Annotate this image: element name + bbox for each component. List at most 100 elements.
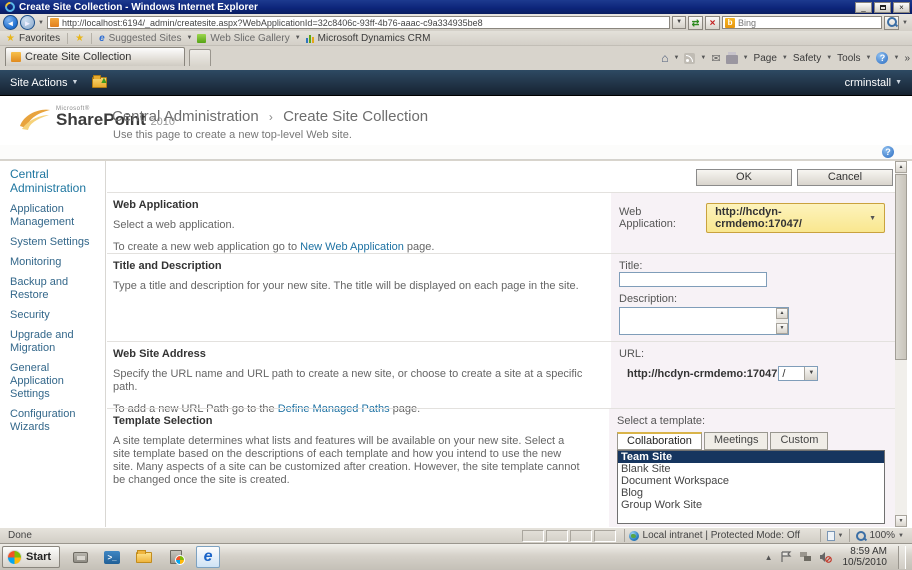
compatibility-pane[interactable]: ▼ xyxy=(819,529,850,542)
ok-button[interactable]: OK xyxy=(696,169,792,186)
new-web-application-link[interactable]: New Web Application xyxy=(300,241,404,253)
close-button[interactable]: × xyxy=(893,1,910,13)
sidebar-item-backup-and-restore[interactable]: Backup and Restore xyxy=(10,276,101,302)
internet-explorer-icon: e xyxy=(203,548,213,565)
title-input[interactable] xyxy=(619,272,767,287)
suggested-sites-dropdown-icon[interactable]: ▼ xyxy=(185,35,193,41)
safety-dropdown-icon[interactable]: ▼ xyxy=(826,55,832,61)
title-description-desc: Type a title and description for your ne… xyxy=(113,280,579,292)
taskbar-clock[interactable]: 8:59 AM 10/5/2010 xyxy=(839,546,888,568)
tools-dropdown-icon[interactable]: ▼ xyxy=(866,55,872,61)
safety-menu[interactable]: Safety xyxy=(793,53,821,64)
stop-button[interactable]: × xyxy=(705,15,721,30)
network-icon[interactable] xyxy=(799,551,812,563)
help-dropdown-icon[interactable]: ▼ xyxy=(893,55,899,61)
address-dropdown-button[interactable]: ▼ xyxy=(672,16,687,29)
read-mail-icon[interactable]: ✉ xyxy=(711,52,720,65)
scrollbar-thumb[interactable] xyxy=(895,174,907,360)
sidebar-item-general-application-settings[interactable]: General Application Settings xyxy=(10,362,101,401)
refresh-button[interactable]: ⇄ xyxy=(688,15,704,30)
rss-feed-icon[interactable] xyxy=(684,52,696,64)
command-bar: ⌂ ▼ ▼ ✉ ▼ Page ▼ Safety ▼ Tools ▼ ? ▼ » xyxy=(661,49,910,67)
page-help-icon[interactable]: ? xyxy=(882,146,894,158)
forward-button[interactable]: ► xyxy=(20,15,35,30)
dynamics-crm-link[interactable]: Microsoft Dynamics CRM xyxy=(318,33,431,44)
address-field[interactable] xyxy=(46,16,671,29)
zoom-control[interactable]: 100% ▼ xyxy=(849,529,912,542)
breadcrumb-central-administration[interactable]: Central Administration xyxy=(112,108,259,125)
add-favorite-icon[interactable]: ★ xyxy=(75,33,84,44)
web-slice-icon xyxy=(197,33,207,43)
status-pane xyxy=(545,529,568,542)
tab-custom[interactable]: Custom xyxy=(770,432,829,450)
computer-icon xyxy=(72,551,88,563)
minimize-button[interactable]: _ xyxy=(855,1,872,13)
navigate-up-icon[interactable]: ▲ xyxy=(92,75,108,88)
tools-menu[interactable]: Tools xyxy=(837,53,860,64)
show-desktop-button[interactable] xyxy=(898,545,906,569)
sidebar-item-central-administration[interactable]: Central Administration xyxy=(10,167,101,195)
template-option-group-work-site[interactable]: Group Work Site xyxy=(618,499,884,511)
template-option-blog[interactable]: Blog xyxy=(618,487,884,499)
sidebar-item-application-management[interactable]: Application Management xyxy=(10,203,101,229)
favorites-button[interactable]: Favorites xyxy=(19,33,60,44)
taskbar-internet-explorer-button[interactable]: e xyxy=(196,546,221,568)
scroll-down-icon[interactable]: ▼ xyxy=(776,323,788,334)
back-button[interactable]: ◄ xyxy=(3,15,18,30)
web-application-dropdown[interactable]: http://hcdyn-crmdemo:17047/ ▼ xyxy=(706,203,885,233)
action-center-flag-icon[interactable] xyxy=(780,551,792,563)
scrollbar-down-icon[interactable]: ▼ xyxy=(895,515,907,527)
scroll-up-icon[interactable]: ▲ xyxy=(776,308,788,319)
template-option-blank-site[interactable]: Blank Site xyxy=(618,463,884,475)
start-button[interactable]: Start xyxy=(2,546,61,568)
tab-collaboration[interactable]: Collaboration xyxy=(617,432,702,450)
page-menu[interactable]: Page xyxy=(754,53,777,64)
tab-create-site-collection[interactable]: Create Site Collection xyxy=(5,47,185,66)
description-textarea[interactable] xyxy=(620,308,776,334)
taskbar-powershell-button[interactable]: >_ xyxy=(100,546,124,568)
search-dropdown-icon[interactable]: ▼ xyxy=(901,20,909,26)
sidebar-item-upgrade-and-migration[interactable]: Upgrade and Migration xyxy=(10,329,101,355)
volume-muted-icon[interactable] xyxy=(819,551,832,563)
scrollbar-up-icon[interactable]: ▲ xyxy=(895,161,907,173)
sidebar-item-system-settings[interactable]: System Settings xyxy=(10,236,101,249)
home-icon[interactable]: ⌂ xyxy=(661,51,668,65)
history-dropdown-icon[interactable]: ▼ xyxy=(37,20,45,26)
content-scrollbar[interactable]: ▲ ▼ xyxy=(895,161,907,527)
site-actions-menu[interactable]: Site Actions ▼ xyxy=(10,77,78,89)
url-path-select[interactable]: / ▼ xyxy=(778,366,819,381)
search-input[interactable] xyxy=(738,17,880,28)
sidebar-item-monitoring[interactable]: Monitoring xyxy=(10,256,101,269)
web-slice-gallery-button[interactable]: Web Slice Gallery xyxy=(210,33,289,44)
sidebar-item-configuration-wizards[interactable]: Configuration Wizards xyxy=(10,408,101,434)
cancel-button[interactable]: Cancel xyxy=(797,169,893,186)
url-path-selected-value: / xyxy=(782,367,786,380)
web-application-field-label: Web Application: xyxy=(619,206,676,230)
suggested-sites-button[interactable]: Suggested Sites xyxy=(109,33,182,44)
restore-button[interactable] xyxy=(874,1,891,13)
template-option-team-site[interactable]: Team Site xyxy=(618,451,884,463)
help-icon[interactable]: ? xyxy=(876,52,889,64)
toolbar-overflow-button[interactable]: » xyxy=(904,53,910,64)
web-slice-dropdown-icon[interactable]: ▼ xyxy=(294,35,302,41)
user-menu[interactable]: crminstall ▼ xyxy=(845,77,902,89)
url-input[interactable] xyxy=(61,17,668,28)
page-dropdown-icon[interactable]: ▼ xyxy=(782,55,788,61)
search-button[interactable] xyxy=(884,15,900,30)
print-icon[interactable] xyxy=(725,51,738,64)
status-pane xyxy=(569,529,592,542)
page-subtitle: Use this page to create a new top-level … xyxy=(113,129,352,141)
sidebar-item-security[interactable]: Security xyxy=(10,309,101,322)
new-tab-button[interactable] xyxy=(189,49,211,66)
stop-icon: × xyxy=(709,17,716,29)
template-option-document-workspace[interactable]: Document Workspace xyxy=(618,475,884,487)
taskbar-computer-button[interactable] xyxy=(68,546,92,568)
rss-dropdown-icon[interactable]: ▼ xyxy=(700,55,706,61)
tray-expand-icon[interactable]: ▲ xyxy=(765,553,773,562)
taskbar-explorer-button[interactable] xyxy=(132,546,156,568)
tab-meetings[interactable]: Meetings xyxy=(703,432,769,450)
taskbar-server-manager-button[interactable] xyxy=(164,546,188,568)
print-dropdown-icon[interactable]: ▼ xyxy=(743,55,749,61)
home-dropdown-icon[interactable]: ▼ xyxy=(673,55,679,61)
search-box[interactable]: b xyxy=(722,16,883,29)
